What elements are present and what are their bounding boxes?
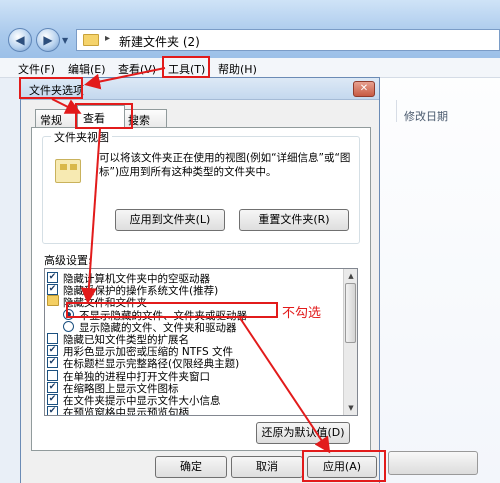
forward-button[interactable]: ▶ <box>36 28 60 52</box>
address-path: 新建文件夹 (2) <box>119 35 200 49</box>
navigation-pane <box>0 78 20 483</box>
advanced-setting-row[interactable]: 显示隐藏的文件、文件夹和驱动器 <box>45 320 343 334</box>
checkbox-checked[interactable]: ✔ <box>47 357 58 369</box>
folder-icon <box>47 295 59 307</box>
checkbox-unchecked[interactable] <box>47 333 58 344</box>
back-button[interactable]: ◀ <box>8 28 32 52</box>
advanced-list-scrollbar[interactable]: ▲ ▼ <box>343 269 357 415</box>
menu-file[interactable]: 文件(F) <box>18 61 55 77</box>
advanced-setting-row[interactable]: ✔ 隐藏受保护的操作系统文件(推荐) <box>45 283 343 297</box>
advanced-setting-row[interactable]: ✔ 在标题栏显示完整路径(仅限经典主题) <box>45 356 343 370</box>
advanced-setting-row[interactable]: 隐藏已知文件类型的扩展名 <box>45 332 343 346</box>
scroll-thumb[interactable] <box>345 283 356 343</box>
advanced-setting-row[interactable]: ✔ 在缩略图上显示文件图标 <box>45 381 343 395</box>
cancel-button[interactable]: 取消 <box>231 456 303 478</box>
view-tab-panel: 文件夹视图 可以将该文件夹正在使用的视图(例如“详细信息”或“图标”)应用到所有… <box>31 127 371 451</box>
highlight-hide-extensions <box>66 302 278 318</box>
scroll-up-icon[interactable]: ▲ <box>345 270 357 282</box>
tab-general[interactable]: 常规 <box>35 109 79 128</box>
highlight-apply-button <box>302 450 386 482</box>
folder-view-description: 可以将该文件夹正在使用的视图(例如“详细信息”或“图标”)应用到所有这种类型的文… <box>99 152 351 178</box>
folder-icon <box>83 34 99 46</box>
reset-folders-button[interactable]: 重置文件夹(R) <box>239 209 349 231</box>
checkbox-checked[interactable]: ✔ <box>47 381 58 393</box>
highlight-view-tab <box>75 103 133 129</box>
column-header-modified[interactable]: 修改日期 <box>404 108 448 124</box>
radio-unselected[interactable] <box>63 320 74 332</box>
menu-edit[interactable]: 编辑(E) <box>68 61 106 77</box>
advanced-setting-row[interactable]: ✔ 在预览窗格中显示预览句柄 <box>45 405 343 416</box>
advanced-setting-row[interactable]: 在单独的进程中打开文件夹窗口 <box>45 369 343 383</box>
folder-view-legend: 文件夹视图 <box>51 129 112 145</box>
background-button <box>388 451 478 475</box>
advanced-setting-row[interactable]: ✔ 隐藏计算机文件夹中的空驱动器 <box>45 271 343 285</box>
apply-to-folders-button[interactable]: 应用到文件夹(L) <box>115 209 225 231</box>
column-divider <box>396 100 397 122</box>
checkbox-unchecked[interactable] <box>47 369 58 381</box>
checkbox-checked[interactable]: ✔ <box>47 345 58 357</box>
annotation-uncheck: 不勾选 <box>282 306 322 321</box>
address-bar[interactable]: ▸ 新建文件夹 (2) <box>76 29 500 51</box>
folder-view-icon <box>55 159 81 183</box>
menu-view[interactable]: 查看(V) <box>118 61 156 77</box>
ok-button[interactable]: 确定 <box>155 456 227 478</box>
advanced-setting-row[interactable]: ✔ 用彩色显示加密或压缩的 NTFS 文件 <box>45 344 343 358</box>
checkbox-checked[interactable]: ✔ <box>47 394 58 405</box>
highlight-tools-menu <box>162 56 210 78</box>
checkbox-checked[interactable]: ✔ <box>47 406 58 415</box>
menu-help[interactable]: 帮助(H) <box>218 61 257 77</box>
checkbox-checked[interactable]: ✔ <box>47 284 58 296</box>
advanced-settings-list[interactable]: ▲ ▼ ✔ 隐藏计算机文件夹中的空驱动器 ✔ 隐藏受保护的操作系统文件(推荐) 隐藏文件… <box>44 268 358 416</box>
advanced-setting-row[interactable]: ✔ 在文件夹提示中显示文件大小信息 <box>45 393 343 407</box>
restore-defaults-button[interactable]: 还原为默认值(D) <box>256 422 350 444</box>
folder-view-group: 文件夹视图 可以将该文件夹正在使用的视图(例如“详细信息”或“图标”)应用到所有… <box>42 129 360 244</box>
explorer-titlebar: ◀ ▶ ▼ ▸ 新建文件夹 (2) <box>0 0 500 58</box>
menu-bar: 文件(F) 编辑(E) 查看(V) 工具(T) 帮助(H) <box>0 58 500 78</box>
checkbox-checked[interactable]: ✔ <box>47 272 58 283</box>
folder-options-dialog: 文件夹选项 ✕ 常规 查看 搜索 文件夹视图 可以将该文件夹正在使用的视图(例如… <box>20 77 380 483</box>
scroll-down-icon[interactable]: ▼ <box>345 402 357 414</box>
breadcrumb-chevron-icon[interactable]: ▸ <box>105 33 110 44</box>
advanced-settings-label: 高级设置: <box>44 254 92 267</box>
advanced-setting-label: 在预览窗格中显示预览句柄 <box>63 407 189 416</box>
recent-pages-dropdown-icon[interactable]: ▼ <box>62 36 68 45</box>
highlight-folder-options <box>19 77 83 99</box>
close-icon[interactable]: ✕ <box>353 81 375 97</box>
